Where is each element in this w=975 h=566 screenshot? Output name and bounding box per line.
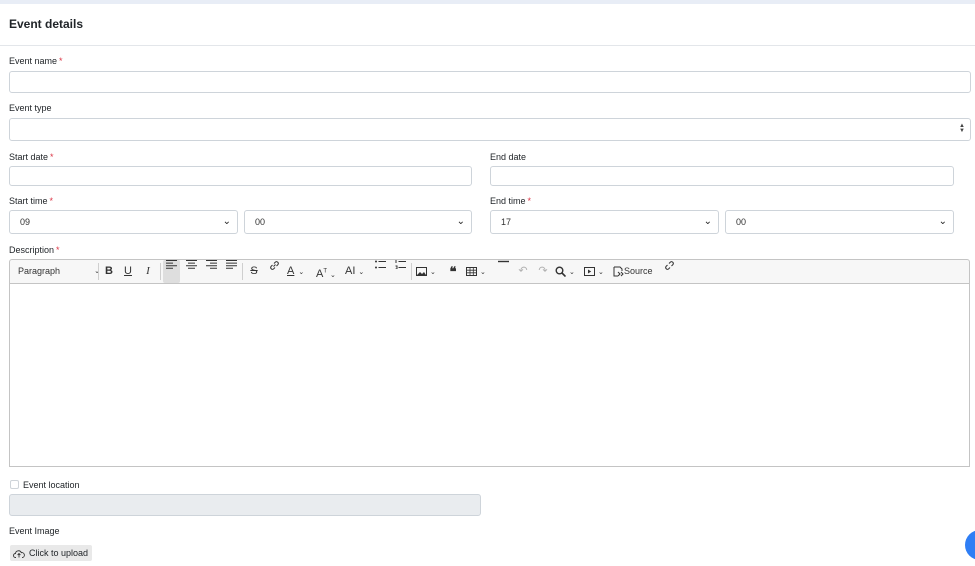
bulleted-list-icon[interactable] (373, 260, 387, 283)
end-hour-value: 17 (501, 217, 512, 227)
source-icon (613, 266, 624, 277)
end-time-hour-select[interactable]: 17 ⌄ (490, 210, 719, 234)
start-time-hour-select[interactable]: 09 ⌄ (9, 210, 238, 234)
media-embed-icon[interactable]: ⌄ (584, 260, 608, 283)
event-location-input (9, 494, 481, 516)
start-time-label: Start time * (9, 196, 54, 206)
event-image-label: Event Image (9, 526, 60, 536)
description-label: Description * (9, 245, 60, 255)
event-type-select[interactable]: ▲ ▼ (9, 118, 971, 141)
page-title: Event details (9, 17, 84, 31)
chevron-down-icon: ⌄ (938, 216, 947, 227)
heading-dropdown-label: Paragraph (18, 266, 61, 276)
end-date-input[interactable] (490, 166, 954, 186)
font-size-icon[interactable]: AT⌄ (316, 260, 340, 283)
floating-action-button[interactable] (965, 530, 975, 560)
chevron-down-icon: ⌄ (330, 271, 336, 279)
find-replace-icon[interactable]: ⌄ (555, 260, 579, 283)
end-time-label: End time * (490, 196, 532, 206)
required-marker: * (59, 56, 63, 66)
horizontal-line-icon[interactable] (496, 260, 510, 283)
editor-toolbar: Paragraph ⌄ B U I S A⌄ AT⌄ AI⌄ ⌄ ❝ ⌄ (9, 259, 970, 284)
font-color-icon[interactable]: A ⌄ (287, 260, 311, 283)
toolbar-separator (411, 263, 412, 280)
unlink-icon[interactable] (662, 260, 676, 283)
chevron-down-icon: ⌄ (480, 269, 486, 276)
end-date-label: End date (490, 152, 527, 162)
align-center-icon[interactable] (184, 260, 198, 283)
toolbar-separator (242, 263, 243, 280)
source-button[interactable]: Source (613, 260, 655, 283)
upload-button-label: Click to upload (29, 548, 89, 558)
heading-dropdown[interactable]: Paragraph ⌄ (12, 260, 100, 283)
chevron-down-icon: ⌄ (456, 216, 465, 227)
toolbar-separator (98, 263, 99, 280)
start-minute-value: 00 (255, 217, 266, 227)
start-time-minute-select[interactable]: 00 ⌄ (244, 210, 472, 234)
event-location-checkbox[interactable] (10, 480, 19, 489)
link-icon[interactable] (267, 260, 281, 283)
required-marker: * (527, 196, 532, 206)
chevron-down-icon: ⌄ (430, 269, 436, 276)
chevron-down-icon: ⌄ (598, 269, 604, 276)
event-location-label: Event location (23, 480, 80, 490)
strikethrough-icon[interactable]: S (247, 260, 261, 283)
align-justify-icon[interactable] (224, 260, 238, 283)
table-icon[interactable]: ⌄ (466, 260, 490, 283)
chevron-down-icon: ⌄ (358, 269, 365, 276)
italic-icon[interactable]: I (141, 260, 155, 283)
image-icon[interactable]: ⌄ (416, 260, 440, 283)
align-left-icon[interactable] (163, 260, 180, 283)
toolbar-separator (160, 263, 161, 280)
undo-icon[interactable]: ↶ (516, 260, 530, 283)
start-hour-value: 09 (20, 217, 31, 227)
required-marker: * (50, 152, 54, 162)
numbered-list-icon[interactable] (393, 260, 407, 283)
chevron-down-icon: ⌄ (222, 216, 231, 227)
required-marker: * (49, 196, 54, 206)
top-bar (0, 0, 975, 4)
redo-icon[interactable]: ↷ (536, 260, 550, 283)
start-date-input[interactable] (9, 166, 472, 186)
event-name-label: Event name * (9, 56, 63, 66)
end-minute-value: 00 (736, 217, 747, 227)
chevron-down-icon: ⌄ (569, 269, 575, 276)
required-marker: * (56, 245, 60, 255)
text-format-icon[interactable]: AI ⌄ (345, 260, 369, 283)
upload-button[interactable]: Click to upload (10, 545, 93, 561)
cloud-upload-icon (13, 549, 25, 558)
description-editor[interactable] (9, 284, 970, 467)
underline-icon[interactable]: U (121, 260, 135, 283)
blockquote-icon[interactable]: ❝ (446, 260, 460, 283)
start-date-label: Start date * (9, 152, 54, 162)
source-label: Source (624, 266, 653, 276)
header-divider (0, 45, 975, 46)
end-time-minute-select[interactable]: 00 ⌄ (725, 210, 954, 234)
chevron-down-icon: ⌄ (298, 269, 305, 276)
align-right-icon[interactable] (204, 260, 218, 283)
up-down-arrow-icon: ▲ ▼ (959, 123, 965, 134)
bold-icon[interactable]: B (102, 260, 116, 283)
chevron-down-icon: ⌄ (703, 216, 712, 227)
event-name-input[interactable] (9, 71, 971, 93)
event-type-label: Event type (9, 103, 52, 113)
